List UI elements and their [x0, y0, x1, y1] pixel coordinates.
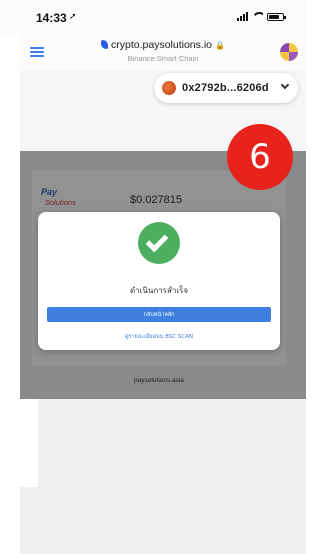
- location-arrow-icon: ➚: [69, 11, 77, 21]
- back-to-home-button[interactable]: กลับหน้าหลัก: [47, 307, 271, 322]
- url-bar[interactable]: crypto.paysolutions.io 🔒: [20, 39, 306, 51]
- app-header: crypto.paysolutions.io 🔒 Binance Smart Ch…: [20, 34, 306, 70]
- chain-name: Binance Smart Chain: [127, 54, 199, 63]
- frame-edge: [0, 0, 20, 554]
- status-bar: 14:33 ➚: [0, 0, 306, 34]
- payment-amount: $0.027815: [130, 194, 182, 206]
- status-time: 14:33: [36, 11, 67, 25]
- chevron-down-icon: [280, 80, 290, 90]
- success-modal: ดำเนินการสำเร็จ กลับหน้าหลัก ดูรายละเอีย…: [38, 212, 280, 350]
- wifi-icon: [252, 12, 263, 21]
- success-message: ดำเนินการสำเร็จ: [129, 286, 189, 295]
- success-check-icon: [138, 222, 180, 264]
- url-text: crypto.paysolutions.io: [111, 39, 212, 51]
- step-number-badge: 6: [227, 124, 293, 190]
- account-avatar[interactable]: [280, 43, 298, 61]
- page-lower-area: [20, 399, 306, 554]
- network-icon: [162, 81, 176, 95]
- bsc-scan-link[interactable]: ดูรายละเอียดบน BSC SCAN: [38, 333, 280, 341]
- wallet-address: 0x2792b...6206d: [182, 82, 269, 94]
- signal-icon: [237, 12, 248, 21]
- paysolutions-logo: Pay Solutions: [41, 187, 76, 207]
- site-favicon-icon: [101, 40, 109, 49]
- page-lower-left: [20, 399, 38, 487]
- footer-domain: paysolutions.asia: [134, 377, 184, 384]
- lock-icon: 🔒: [215, 41, 225, 50]
- battery-icon: [267, 12, 286, 21]
- status-icons: [237, 12, 286, 21]
- wallet-selector-button[interactable]: 0x2792b...6206d: [154, 73, 298, 103]
